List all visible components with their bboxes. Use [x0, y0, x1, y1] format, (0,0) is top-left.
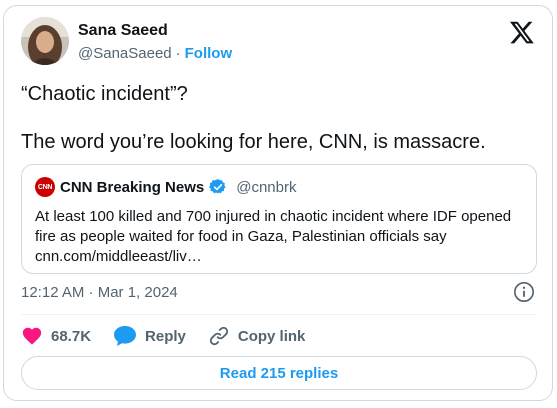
- link-icon: [208, 325, 230, 347]
- heart-icon: [21, 325, 43, 347]
- quoted-author-handle: @cnnbrk: [236, 178, 297, 196]
- tweet-timestamp[interactable]: 12:12 AM · Mar 1, 2024: [21, 284, 178, 301]
- quoted-tweet[interactable]: CNN CNN Breaking News @cnnbrk At least 1…: [21, 164, 537, 274]
- author-name[interactable]: Sana Saeed: [78, 22, 168, 40]
- like-count: 68.7K: [51, 327, 92, 345]
- read-replies-button[interactable]: Read 215 replies: [21, 356, 537, 390]
- follow-button[interactable]: Follow: [185, 45, 233, 62]
- copy-link-label: Copy link: [237, 327, 306, 345]
- author-handle[interactable]: @SanaSaeed: [78, 45, 172, 62]
- info-icon[interactable]: [513, 281, 535, 303]
- author-handle-row: @SanaSaeed · Follow: [78, 45, 232, 62]
- tweet-text: “Chaotic incident”? The word you’re look…: [21, 83, 486, 153]
- reply-button[interactable]: Reply: [113, 325, 186, 347]
- quoted-tweet-text: At least 100 killed and 700 injured in c…: [35, 208, 512, 265]
- divider: [21, 314, 537, 315]
- tweet-embed-card: Sana Saeed @SanaSaeed · Follow “Chaotic …: [3, 5, 553, 401]
- author-avatar[interactable]: [21, 17, 69, 65]
- reply-bubble-icon: [113, 325, 137, 347]
- quoted-author-name: CNN Breaking News: [60, 178, 205, 196]
- cnn-logo: CNN: [35, 177, 55, 197]
- like-button[interactable]: 68.7K: [21, 325, 91, 347]
- handle-separator: ·: [175, 45, 181, 62]
- copy-link-button[interactable]: Copy link: [208, 325, 306, 347]
- x-logo-icon[interactable]: [509, 19, 535, 45]
- reply-label: Reply: [145, 327, 186, 345]
- quoted-tweet-header: CNN CNN Breaking News @cnnbrk: [35, 177, 296, 197]
- verified-badge-icon: [209, 178, 227, 196]
- action-bar: 68.7K Reply Copy link: [21, 321, 305, 351]
